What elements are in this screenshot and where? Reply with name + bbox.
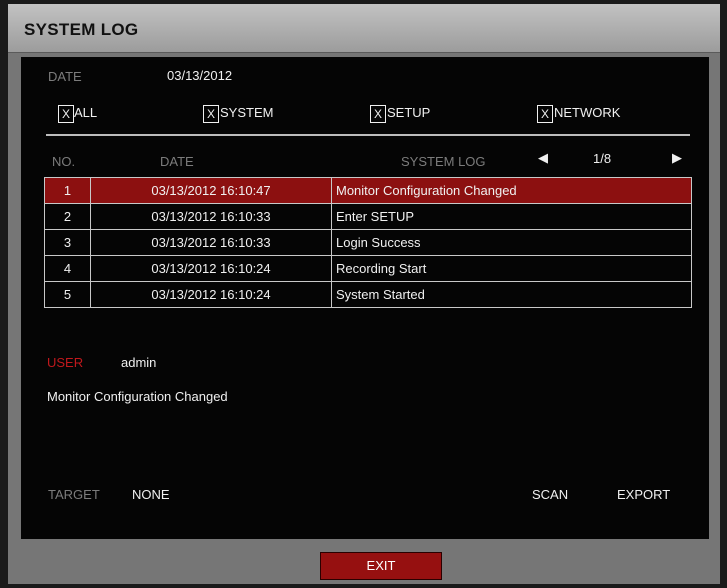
filter-network-checkbox[interactable]: X [537, 105, 553, 123]
filter-system-label: SYSTEM [220, 105, 274, 120]
row-number: 3 [44, 229, 91, 256]
row-number: 4 [44, 255, 91, 282]
date-value[interactable]: 03/13/2012 [167, 68, 232, 83]
table-row[interactable]: 3 03/13/2012 16:10:33 Login Success [44, 229, 692, 256]
row-number: 1 [44, 177, 91, 204]
filter-setup-checkbox[interactable]: X [370, 105, 386, 123]
row-datetime: 03/13/2012 16:10:24 [90, 281, 332, 308]
column-header-system-log: SYSTEM LOG [401, 154, 486, 169]
filter-network-label: NETWORK [554, 105, 621, 120]
target-label: TARGET [48, 487, 100, 502]
filter-system-checkbox[interactable]: X [203, 105, 219, 123]
row-datetime: 03/13/2012 16:10:24 [90, 255, 332, 282]
title-bar: SYSTEM LOG [8, 4, 720, 53]
column-header-no: NO. [52, 154, 76, 169]
scan-button[interactable]: SCAN [532, 487, 568, 502]
target-value[interactable]: NONE [132, 487, 170, 502]
previous-page-arrow-icon[interactable]: ◀ [538, 150, 548, 166]
window-title: SYSTEM LOG [24, 20, 139, 39]
filter-setup-label: SETUP [387, 105, 431, 120]
user-label: USER [47, 355, 84, 370]
user-value: admin [121, 355, 157, 370]
row-message: Login Success [331, 229, 692, 256]
table-row[interactable]: 2 03/13/2012 16:10:33 Enter SETUP [44, 203, 692, 230]
exit-button[interactable]: EXIT [320, 552, 442, 580]
row-number: 2 [44, 203, 91, 230]
export-button[interactable]: EXPORT [617, 487, 670, 502]
row-message: Enter SETUP [331, 203, 692, 230]
column-header-date: DATE [160, 154, 194, 169]
next-page-arrow-icon[interactable]: ▶ [672, 150, 682, 166]
log-panel: DATE 03/13/2012 X ALL X SYSTEM X SETUP X… [21, 57, 709, 539]
row-datetime: 03/13/2012 16:10:33 [90, 203, 332, 230]
row-datetime: 03/13/2012 16:10:33 [90, 229, 332, 256]
row-datetime: 03/13/2012 16:10:47 [90, 177, 332, 204]
row-message: System Started [331, 281, 692, 308]
filter-all-checkbox[interactable]: X [58, 105, 74, 123]
table-row[interactable]: 4 03/13/2012 16:10:24 Recording Start [44, 255, 692, 282]
log-table: 1 03/13/2012 16:10:47 Monitor Configuratio… [44, 177, 692, 308]
divider [46, 134, 690, 136]
row-message: Monitor Configuration Changed [331, 177, 692, 204]
detail-message: Monitor Configuration Changed [47, 389, 228, 404]
page-indicator: 1/8 [593, 151, 612, 166]
row-number: 5 [44, 281, 91, 308]
row-message: Recording Start [331, 255, 692, 282]
date-label: DATE [48, 69, 82, 84]
table-row[interactable]: 5 03/13/2012 16:10:24 System Started [44, 281, 692, 308]
filter-all-label: ALL [74, 105, 98, 120]
table-row[interactable]: 1 03/13/2012 16:10:47 Monitor Configuratio… [44, 177, 692, 204]
